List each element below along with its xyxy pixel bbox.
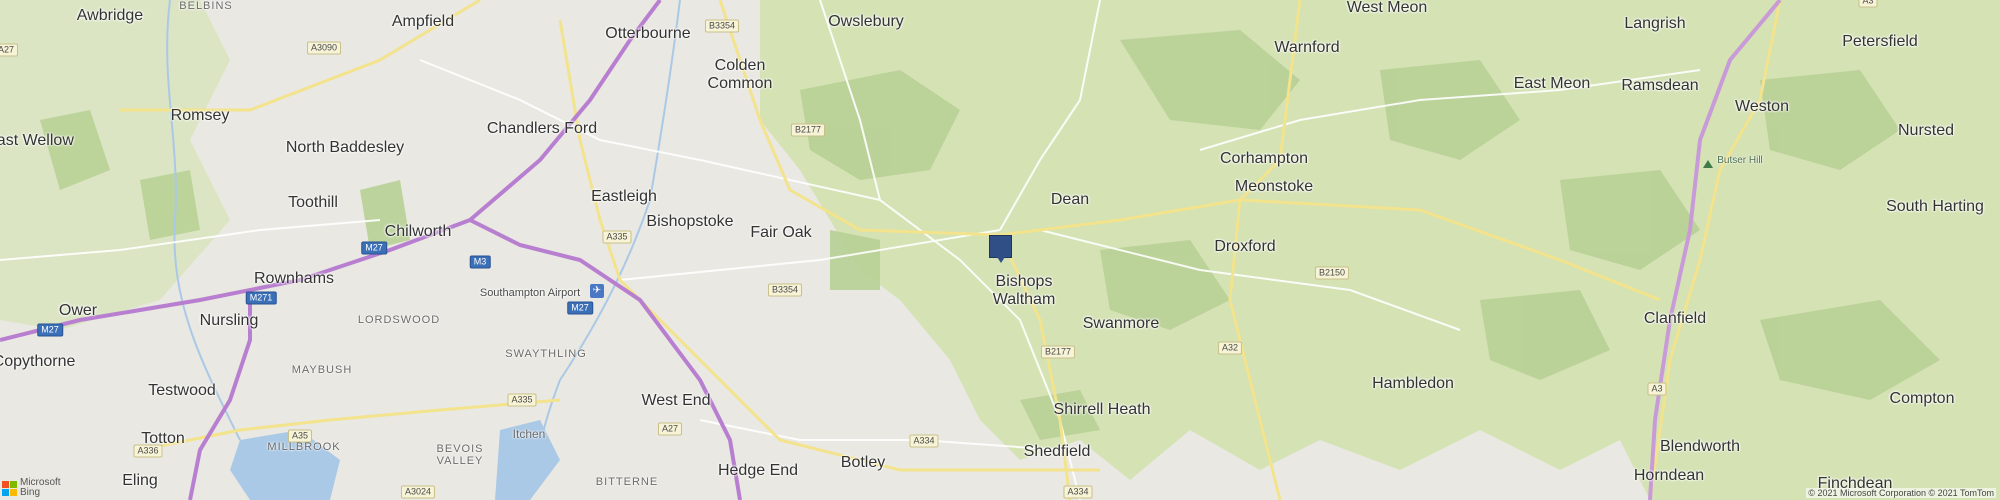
- road-shield-a335-low: A335: [507, 393, 537, 407]
- road-shield-a3-top: A3: [1858, 0, 1878, 8]
- place-label-bishopstoke: Bishopstoke: [646, 213, 734, 230]
- copyright-notice: © 2021 Microsoft Corporation © 2021 TomT…: [1806, 488, 1996, 498]
- road-shield-m27-a: M27: [361, 241, 387, 255]
- place-label-romsey: Romsey: [170, 107, 230, 124]
- road-shield-a3024: A3024: [400, 485, 436, 499]
- road-shield-a335-top: A335: [602, 230, 632, 244]
- place-label-colden-common: Colden Common: [707, 57, 773, 92]
- district-label-lordswood: LORDSWOOD: [357, 314, 441, 326]
- logo-square-blue: [2, 488, 9, 496]
- place-label-blendworth: Blendworth: [1659, 438, 1741, 455]
- microsoft-logo-icon: [2, 480, 17, 496]
- place-label-ower: Ower: [58, 302, 98, 319]
- place-label-droxford: Droxford: [1214, 238, 1276, 255]
- district-label-itchen: Itchen: [512, 427, 546, 441]
- road-shield-a336: A336: [133, 444, 163, 458]
- place-label-east-meon: East Meon: [1513, 75, 1591, 92]
- place-label-west-end: West End: [641, 392, 711, 409]
- place-label-eastleigh: Eastleigh: [591, 188, 657, 205]
- place-label-hedge-end: Hedge End: [717, 462, 799, 479]
- bing-logo: Microsoft Bing: [2, 478, 61, 498]
- place-label-meonstoke: Meonstoke: [1234, 178, 1314, 195]
- road-shield-b2177-top: B2177: [790, 123, 826, 137]
- road-shield-m27-b: M27: [37, 323, 63, 337]
- place-label-clanfield: Clanfield: [1643, 310, 1707, 327]
- place-label-nursling: Nursling: [199, 312, 259, 329]
- place-label-ramsdean: Ramsdean: [1621, 77, 1699, 94]
- district-label-bitterne: BITTERNE: [595, 476, 659, 488]
- place-label-fair-oak: Fair Oak: [750, 224, 812, 241]
- place-label-horndean: Horndean: [1633, 467, 1705, 484]
- place-label-awbridge: Awbridge: [76, 7, 144, 24]
- place-label-warnford: Warnford: [1274, 39, 1340, 56]
- peak-icon: [1703, 160, 1713, 168]
- road-shield-b3354-mid: B3354: [767, 283, 803, 297]
- airport-icon: ✈: [590, 284, 604, 298]
- place-label-west-meon: West Meon: [1346, 0, 1428, 16]
- road-shield-m3: M3: [469, 255, 491, 269]
- road-shield-a35: A35: [287, 429, 313, 443]
- logo-text-bing: Bing: [20, 487, 41, 498]
- place-label-shirrell-heath: Shirrell Heath: [1053, 401, 1151, 418]
- road-shield-a3090: A3090: [306, 41, 342, 55]
- place-label-chilworth: Chilworth: [384, 223, 452, 240]
- landmark-label-butser-hill: Butser Hill: [1717, 155, 1763, 166]
- road-shield-a27-low: A27: [657, 422, 683, 436]
- place-label-bishops-waltham: Bishops Waltham: [992, 273, 1056, 308]
- place-label-copythorne: Copythorne: [0, 353, 76, 370]
- place-label-toothill: Toothill: [288, 194, 338, 211]
- road-shield-a32: A32: [1217, 341, 1243, 355]
- place-label-langrish: Langrish: [1624, 15, 1686, 32]
- place-label-dean: Dean: [1050, 191, 1090, 208]
- place-label-swanmore: Swanmore: [1082, 315, 1160, 332]
- road-shield-a334-mid: A334: [909, 434, 939, 448]
- place-label-shedfield: Shedfield: [1023, 443, 1091, 460]
- road-shield-b2150: B2150: [1314, 266, 1350, 280]
- road-shield-b3354-top: B3354: [704, 19, 740, 33]
- place-label-south-harting: South Harting: [1886, 198, 1984, 215]
- place-label-eling: Eling: [122, 472, 158, 489]
- road-shield-a334-low: A334: [1063, 485, 1093, 499]
- district-label-belbins: BELBINS: [179, 0, 233, 12]
- road-shield-a3-low: A3: [1647, 382, 1667, 396]
- place-label-weston: Weston: [1735, 98, 1789, 115]
- place-label-owslebury: Owslebury: [828, 13, 904, 30]
- logo-square-red: [2, 480, 9, 488]
- district-label-millbrook: MILLBROOK: [267, 441, 341, 453]
- road-shield-m271: M271: [245, 291, 277, 305]
- place-label-east-wellow: East Wellow: [0, 132, 74, 149]
- place-label-testwood: Testwood: [148, 382, 216, 399]
- place-label-north-baddesley: North Baddesley: [285, 139, 405, 156]
- logo-square-green: [10, 480, 17, 488]
- district-label-maybush: MAYBUSH: [291, 364, 353, 376]
- place-label-rownhams: Rownhams: [253, 270, 335, 287]
- place-label-ampfield: Ampfield: [391, 13, 455, 30]
- road-shield-m27-c: M27: [567, 301, 593, 315]
- place-label-otterbourne: Otterbourne: [605, 25, 691, 42]
- district-label-swaythling: SWAYTHLING: [505, 348, 587, 360]
- road-shield-b2177-mid: B2177: [1040, 345, 1076, 359]
- logo-square-yellow: [10, 488, 17, 496]
- road-shield-a27-top: A27: [0, 43, 19, 57]
- place-label-nursted: Nursted: [1897, 122, 1955, 139]
- place-label-southampton-airport: Southampton Airport: [479, 287, 581, 299]
- place-label-hambledon: Hambledon: [1372, 375, 1454, 392]
- place-label-petersfield: Petersfield: [1842, 33, 1918, 50]
- place-label-chandlers-ford: Chandlers Ford: [486, 120, 598, 137]
- place-label-corhampton: Corhampton: [1219, 150, 1309, 167]
- district-label-bevois-valley: BEVOIS VALLEY: [436, 443, 484, 467]
- place-label-botley: Botley: [840, 454, 886, 471]
- place-label-compton: Compton: [1889, 390, 1955, 407]
- map-pin-icon[interactable]: [989, 235, 1012, 263]
